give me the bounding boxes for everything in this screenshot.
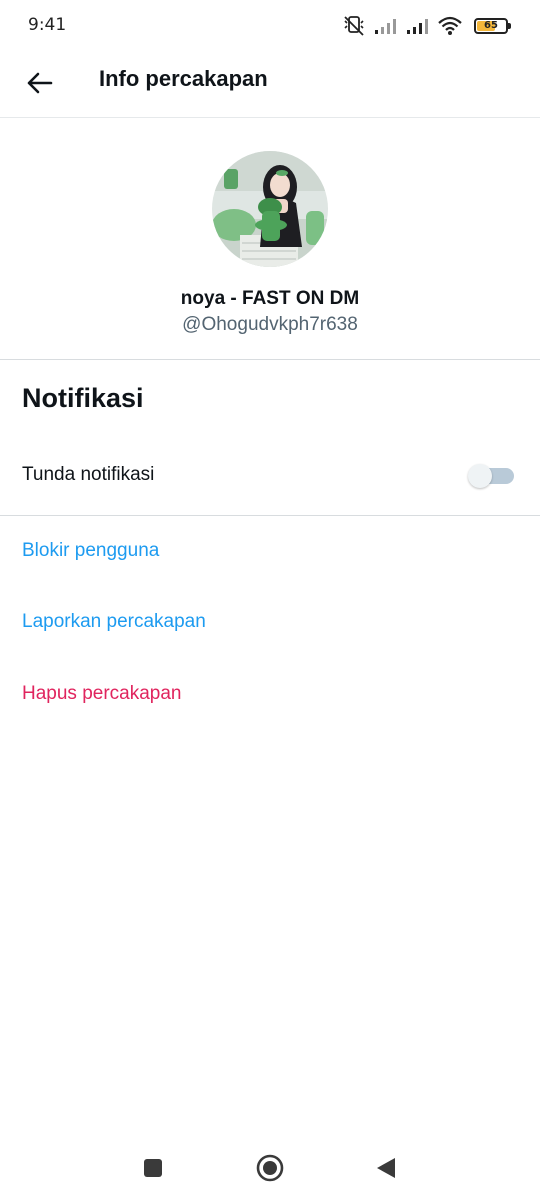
status-icons: 65 — [342, 14, 511, 38]
conversation-info-screen: 9:41 65 Info percakapan noya - FAST ON D… — [0, 0, 540, 1200]
notifications-heading: Notifikasi — [22, 383, 144, 413]
profile-section: noya - FAST ON DM @Ohogudvkph7r638 — [0, 118, 540, 360]
page-title: Info percakapan — [99, 66, 268, 91]
battery-level-text: 65 — [484, 20, 498, 31]
home-button[interactable] — [256, 1154, 284, 1187]
report-conversation-button[interactable]: Laporkan percakapan — [22, 611, 206, 633]
top-app-bar: Info percakapan — [0, 52, 540, 118]
wifi-icon — [438, 16, 462, 35]
arrow-left-icon — [27, 72, 53, 94]
snooze-notifications-label: Tunda notifikasi — [22, 464, 155, 485]
battery-icon: 65 — [474, 18, 511, 34]
display-name: noya - FAST ON DM — [180, 288, 360, 309]
back-nav-button[interactable] — [375, 1156, 397, 1185]
home-circle-icon — [256, 1154, 284, 1182]
signal-icon — [407, 19, 428, 34]
snooze-notifications-row[interactable]: Tunda notifikasi — [0, 440, 540, 516]
recents-square-icon — [144, 1159, 162, 1177]
block-user-button[interactable]: Blokir pengguna — [22, 540, 159, 562]
back-button[interactable] — [16, 60, 62, 106]
recents-button[interactable] — [143, 1158, 163, 1183]
status-bar: 9:41 65 — [0, 0, 540, 52]
toggle-knob — [468, 464, 492, 488]
status-time: 9:41 — [28, 15, 67, 35]
avatar[interactable] — [212, 151, 328, 267]
user-handle: @Ohogudvkph7r638 — [182, 314, 358, 335]
silent-mode-icon — [344, 16, 364, 36]
system-nav-bar — [0, 1134, 540, 1200]
delete-conversation-button[interactable]: Hapus percakapan — [22, 683, 182, 705]
snooze-notifications-toggle[interactable] — [468, 464, 514, 488]
avatar-image — [212, 151, 328, 267]
signal-icon — [375, 19, 396, 34]
back-triangle-icon — [377, 1158, 395, 1178]
